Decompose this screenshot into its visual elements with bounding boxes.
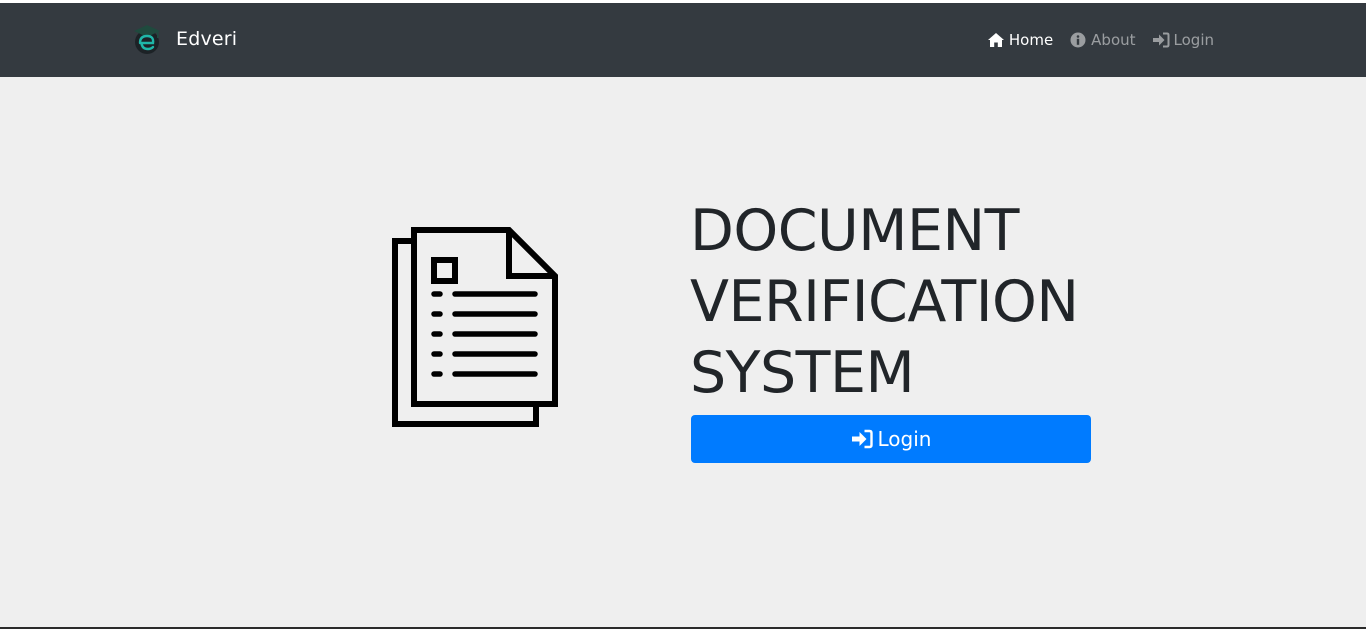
document-file-icon (392, 227, 558, 427)
hero-title-line-2: VERIFICATION (690, 269, 1079, 335)
hero-login-button[interactable]: Login (691, 415, 1091, 463)
hero-title-line-1: DOCUMENT (690, 198, 1019, 264)
info-circle-icon (1070, 32, 1086, 48)
nav-login-link[interactable]: Login (1152, 31, 1214, 49)
nav-about-label: About (1091, 31, 1136, 49)
nav-home-label: Home (1008, 31, 1054, 49)
hero-title: DOCUMENT VERIFICATION SYSTEM (690, 196, 1110, 409)
sign-in-icon (851, 429, 873, 449)
home-icon (987, 33, 1004, 47)
brand-name: Edveri (176, 28, 238, 50)
nav-home-link[interactable]: Home (987, 31, 1053, 49)
hero-login-label: Login (877, 427, 932, 451)
hero-title-line-3: SYSTEM (690, 340, 915, 406)
nav-links: Home About Login (987, 31, 1214, 49)
edveri-logo-icon (134, 25, 160, 54)
nav-about-link[interactable]: About (1069, 31, 1136, 49)
navbar: Edveri Home About Login (0, 3, 1366, 77)
brand[interactable]: Edveri (131, 19, 237, 59)
nav-login-label: Login (1173, 31, 1214, 49)
sign-in-icon (1152, 32, 1170, 48)
